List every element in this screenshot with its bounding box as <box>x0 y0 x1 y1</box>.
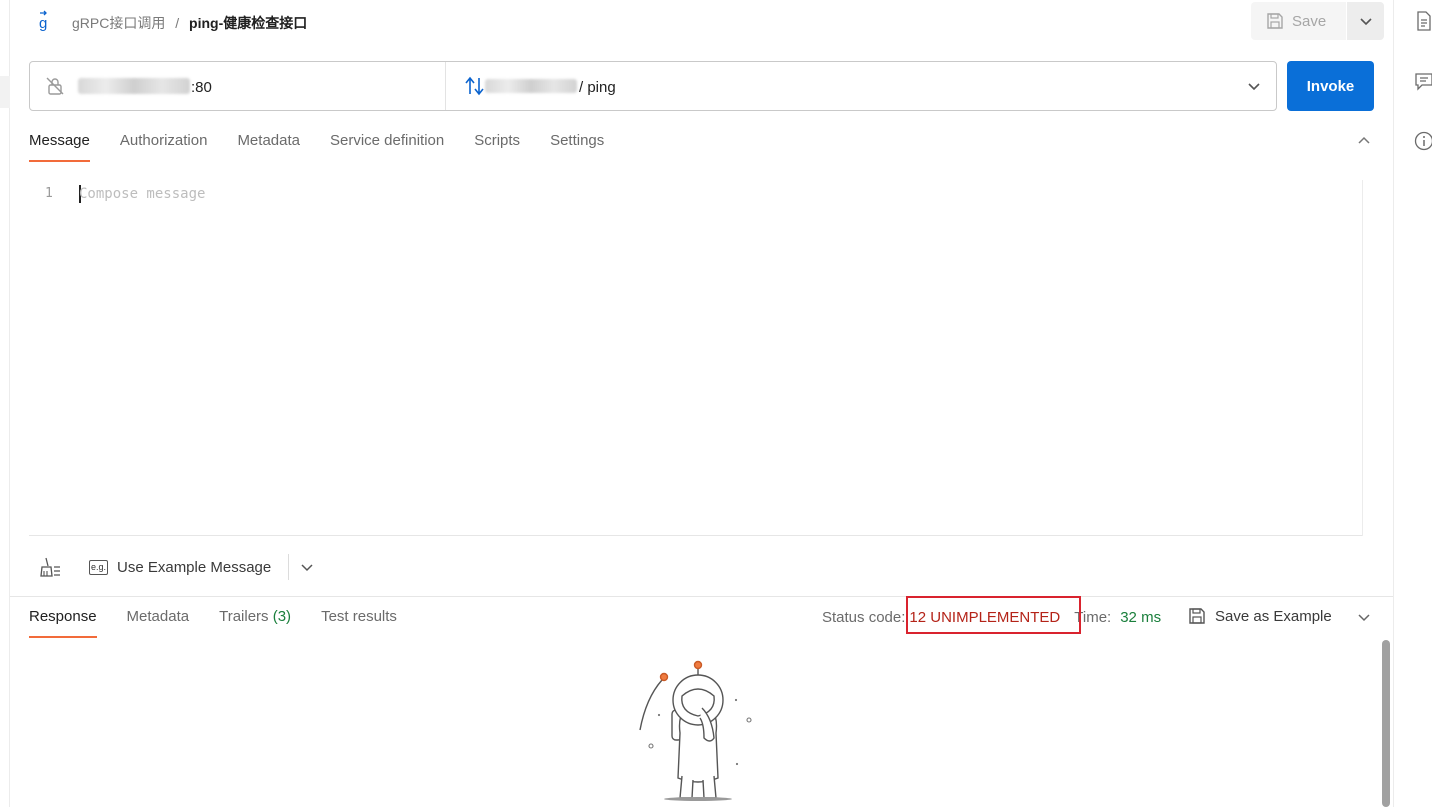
status-code-label: Status code: <box>822 608 906 626</box>
save-as-example-label: Save as Example <box>1215 607 1332 625</box>
astronaut-illustration <box>639 660 752 801</box>
breadcrumb-separator: / <box>175 15 180 31</box>
trailers-label: Trailers <box>219 608 269 625</box>
invoke-button[interactable]: Invoke <box>1287 61 1374 111</box>
comments-icon[interactable] <box>1414 71 1432 91</box>
server-port: :80 <box>191 79 212 96</box>
svg-text:g: g <box>39 15 47 32</box>
example-icon: e.g. <box>89 559 108 575</box>
grpc-icon: g <box>39 10 47 32</box>
time-value[interactable]: 32 ms <box>1120 609 1161 626</box>
response-pane-divider[interactable] <box>10 596 1393 597</box>
documentation-icon[interactable] <box>1414 11 1432 31</box>
unary-method-icon <box>465 76 484 96</box>
tab-scripts[interactable]: Scripts <box>474 130 520 162</box>
response-scrollbar[interactable] <box>1382 640 1390 807</box>
save-button[interactable]: Save <box>1251 2 1346 40</box>
response-tabs: Response Metadata Trailers (3) Test resu… <box>29 606 397 638</box>
tab-settings[interactable]: Settings <box>550 130 604 162</box>
save-label: Save <box>1292 12 1327 30</box>
toolbar-divider <box>288 554 289 580</box>
server-url-input[interactable]: :80 <box>30 62 446 110</box>
info-icon[interactable] <box>1414 131 1432 151</box>
request-tabs: Message Authorization Metadata Service d… <box>29 130 604 162</box>
status-highlight-box <box>906 596 1081 634</box>
breadcrumb: gRPC接口调用 / ping-健康检查接口 <box>72 13 307 33</box>
breadcrumb-collection[interactable]: gRPC接口调用 <box>72 15 165 31</box>
service-name-redacted <box>485 79 577 93</box>
tab-response[interactable]: Response <box>29 606 97 638</box>
chevron-down-icon <box>1359 18 1372 26</box>
chevron-down-icon[interactable] <box>1357 610 1371 624</box>
editor-placeholder: Compose message <box>79 186 206 202</box>
tab-response-metadata[interactable]: Metadata <box>127 606 190 638</box>
insecure-lock-icon[interactable] <box>46 77 64 95</box>
use-example-message-button[interactable]: e.g. Use Example Message <box>89 555 271 579</box>
beautify-icon[interactable] <box>39 556 61 578</box>
chevron-down-icon[interactable] <box>1247 79 1261 93</box>
url-bar: :80 / ping <box>29 61 1277 111</box>
request-header: g gRPC接口调用 / ping-健康检查接口 Save <box>10 0 1393 44</box>
right-context-bar <box>1393 0 1432 807</box>
server-host-redacted <box>78 78 190 94</box>
sidebar-edge-shadow <box>0 76 10 108</box>
chevron-up-icon[interactable] <box>1357 134 1371 148</box>
left-sidebar-edge <box>0 0 10 807</box>
editor-scrollbar-track[interactable] <box>1362 180 1380 536</box>
trailers-count: (3) <box>272 608 292 625</box>
line-number: 1 <box>45 186 53 201</box>
tab-metadata[interactable]: Metadata <box>237 130 300 162</box>
save-icon <box>1267 13 1283 29</box>
tab-authorization[interactable]: Authorization <box>120 130 208 162</box>
use-example-label: Use Example Message <box>117 558 272 576</box>
save-icon <box>1189 608 1205 624</box>
tab-message[interactable]: Message <box>29 130 90 162</box>
tab-service-definition[interactable]: Service definition <box>330 130 444 162</box>
chevron-down-icon[interactable] <box>300 560 314 574</box>
tab-test-results[interactable]: Test results <box>321 606 397 638</box>
request-title[interactable]: ping-健康检查接口 <box>189 15 307 31</box>
save-as-example-button[interactable]: Save as Example <box>1188 607 1332 625</box>
save-options-button[interactable] <box>1347 2 1384 40</box>
message-editor[interactable]: 1 Compose message <box>29 180 1363 536</box>
method-path[interactable]: / ping <box>579 79 616 96</box>
tab-trailers[interactable]: Trailers (3) <box>219 606 291 638</box>
